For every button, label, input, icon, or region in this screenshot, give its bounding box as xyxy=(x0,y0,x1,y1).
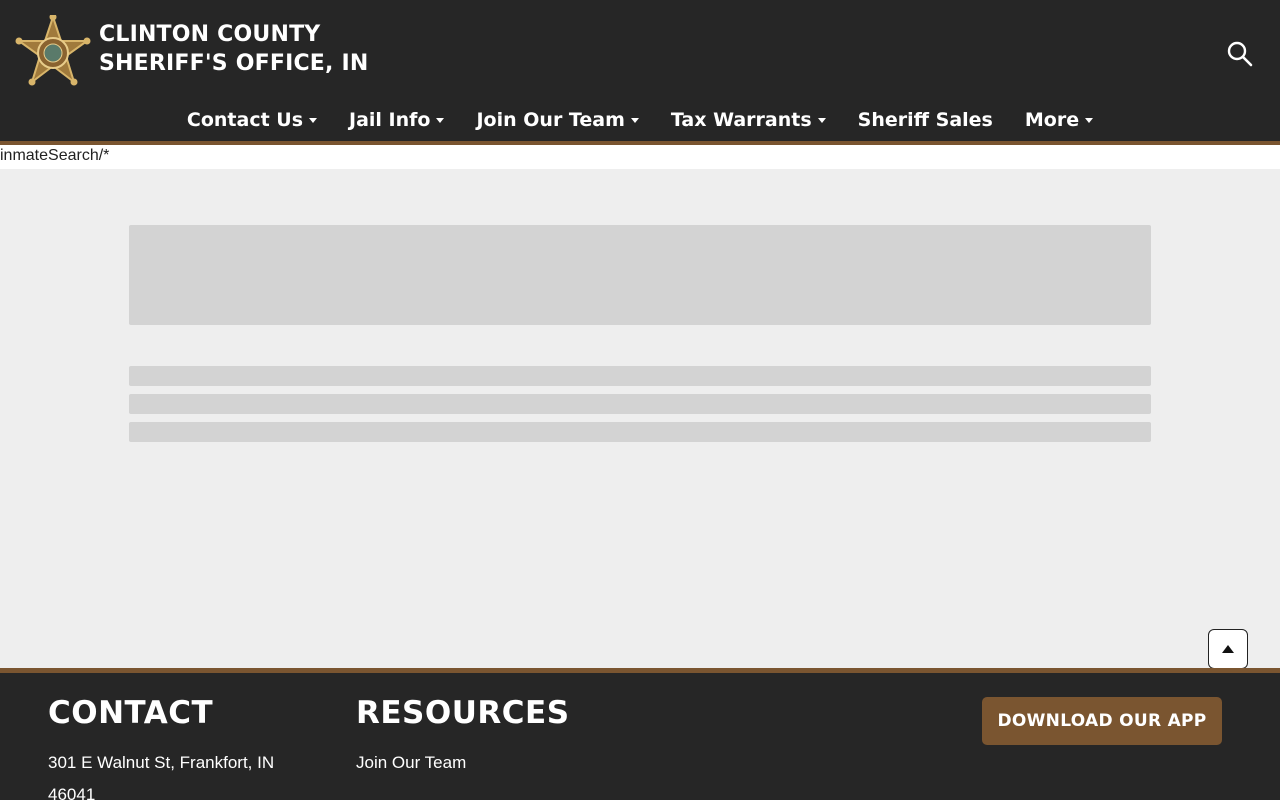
contact-heading: CONTACT xyxy=(48,695,214,731)
nav-item-sheriff-sales[interactable]: Sheriff Sales xyxy=(842,104,1009,136)
nav-item-contact-us[interactable]: Contact Us xyxy=(171,104,333,136)
path-bar: inmateSearch/* xyxy=(0,145,1280,169)
loading-placeholder-line xyxy=(129,366,1151,386)
resources-heading: RESOURCES xyxy=(356,695,570,731)
caret-down-icon xyxy=(436,117,445,123)
nav-item-more[interactable]: More xyxy=(1009,104,1109,136)
loading-placeholder-block xyxy=(129,225,1151,325)
nav-item-label: Jail Info xyxy=(349,109,431,131)
site-title[interactable]: CLINTON COUNTY SHERIFF'S OFFICE, IN xyxy=(99,20,368,78)
loading-placeholder-line xyxy=(129,394,1151,414)
nav-item-label: Tax Warrants xyxy=(670,109,812,131)
site-footer: CONTACT 301 E Walnut St, Frankfort, IN 4… xyxy=(0,673,1280,800)
search-icon[interactable] xyxy=(1226,40,1254,68)
caret-down-icon xyxy=(1085,117,1094,123)
resource-link-join-our-team[interactable]: Join Our Team xyxy=(356,747,466,779)
site-header: CLINTON COUNTY SHERIFF'S OFFICE, IN Cont… xyxy=(0,0,1280,141)
main-nav: Contact Us Jail Info Join Our Team Tax W… xyxy=(0,104,1280,138)
nav-item-join-our-team[interactable]: Join Our Team xyxy=(460,104,654,136)
sheriff-star-badge-icon[interactable] xyxy=(15,13,91,87)
nav-item-label: Join Our Team xyxy=(476,109,625,131)
download-app-button[interactable]: DOWNLOAD OUR APP xyxy=(982,697,1222,745)
loading-placeholder-line xyxy=(129,422,1151,442)
nav-item-label: More xyxy=(1024,109,1080,131)
contact-address: 301 E Walnut St, Frankfort, IN 46041 xyxy=(48,747,298,800)
back-to-top-button[interactable] xyxy=(1208,629,1248,669)
nav-item-label: Contact Us xyxy=(186,109,304,131)
nav-item-label: Sheriff Sales xyxy=(857,109,993,131)
path-text: inmateSearch/* xyxy=(0,147,110,164)
caret-down-icon xyxy=(309,117,318,123)
address-line2: 46041 xyxy=(48,785,96,800)
caret-down-icon xyxy=(817,117,826,123)
caret-down-icon xyxy=(630,117,639,123)
nav-item-jail-info[interactable]: Jail Info xyxy=(333,104,460,136)
arrow-up-icon xyxy=(1222,645,1234,653)
site-title-line1: CLINTON COUNTY xyxy=(99,22,321,47)
nav-item-tax-warrants[interactable]: Tax Warrants xyxy=(655,104,842,136)
site-title-line2: SHERIFF'S OFFICE, IN xyxy=(99,51,369,76)
address-line1: 301 E Walnut St, Frankfort, IN xyxy=(48,753,275,772)
